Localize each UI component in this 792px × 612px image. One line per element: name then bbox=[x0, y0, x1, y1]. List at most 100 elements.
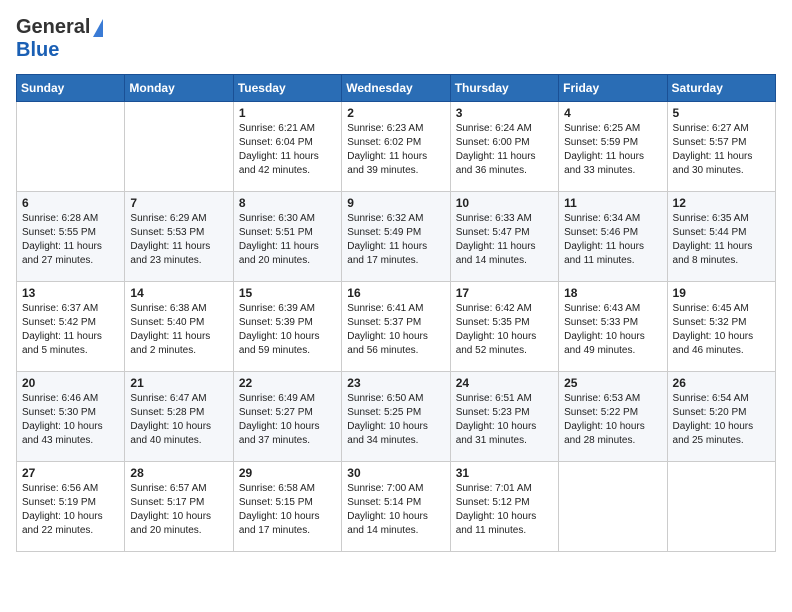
day-number: 12 bbox=[673, 196, 770, 210]
day-number: 21 bbox=[130, 376, 227, 390]
logo-arrow bbox=[93, 19, 103, 37]
day-content: Sunrise: 6:50 AM Sunset: 5:25 PM Dayligh… bbox=[347, 392, 444, 448]
day-content: Sunrise: 6:57 AM Sunset: 5:17 PM Dayligh… bbox=[130, 482, 227, 538]
page-header: General Blue bbox=[16, 16, 776, 62]
day-content: Sunrise: 6:25 AM Sunset: 5:59 PM Dayligh… bbox=[564, 122, 661, 178]
calendar-cell: 1 Sunrise: 6:21 AM Sunset: 6:04 PM Daylig… bbox=[233, 102, 341, 192]
calendar-cell: 2 Sunrise: 6:23 AM Sunset: 6:02 PM Daylig… bbox=[342, 102, 450, 192]
logo: General Blue bbox=[16, 16, 103, 62]
day-number: 23 bbox=[347, 376, 444, 390]
day-header-thursday: Thursday bbox=[450, 75, 558, 102]
calendar-cell: 13 Sunrise: 6:37 AM Sunset: 5:42 PM Dayli… bbox=[17, 282, 125, 372]
day-content: Sunrise: 6:46 AM Sunset: 5:30 PM Dayligh… bbox=[22, 392, 119, 448]
day-content: Sunrise: 6:24 AM Sunset: 6:00 PM Dayligh… bbox=[456, 122, 553, 178]
calendar-cell: 24 Sunrise: 6:51 AM Sunset: 5:23 PM Dayli… bbox=[450, 372, 558, 462]
calendar-week-4: 20 Sunrise: 6:46 AM Sunset: 5:30 PM Dayli… bbox=[17, 372, 776, 462]
calendar-cell: 12 Sunrise: 6:35 AM Sunset: 5:44 PM Dayli… bbox=[667, 192, 775, 282]
calendar-cell: 30Sunrise: 7:00 AM Sunset: 5:14 PM Dayli… bbox=[342, 462, 450, 552]
calendar-week-5: 27 Sunrise: 6:56 AM Sunset: 5:19 PM Dayli… bbox=[17, 462, 776, 552]
day-number: 17 bbox=[456, 286, 553, 300]
calendar-cell: 3 Sunrise: 6:24 AM Sunset: 6:00 PM Daylig… bbox=[450, 102, 558, 192]
day-number: 25 bbox=[564, 376, 661, 390]
calendar-cell: 16 Sunrise: 6:41 AM Sunset: 5:37 PM Dayli… bbox=[342, 282, 450, 372]
day-number: 22 bbox=[239, 376, 336, 390]
day-content: Sunrise: 6:37 AM Sunset: 5:42 PM Dayligh… bbox=[22, 302, 119, 358]
calendar-cell: 22 Sunrise: 6:49 AM Sunset: 5:27 PM Dayli… bbox=[233, 372, 341, 462]
calendar-cell: 25 Sunrise: 6:53 AM Sunset: 5:22 PM Dayli… bbox=[559, 372, 667, 462]
calendar-cell: 27 Sunrise: 6:56 AM Sunset: 5:19 PM Dayli… bbox=[17, 462, 125, 552]
logo-text-blue: Blue bbox=[16, 39, 59, 61]
day-number: 24 bbox=[456, 376, 553, 390]
calendar-cell: 7 Sunrise: 6:29 AM Sunset: 5:53 PM Daylig… bbox=[125, 192, 233, 282]
calendar-cell: 8Sunrise: 6:30 AM Sunset: 5:51 PM Daylig… bbox=[233, 192, 341, 282]
calendar-cell: 10 Sunrise: 6:33 AM Sunset: 5:47 PM Dayli… bbox=[450, 192, 558, 282]
day-number: 20 bbox=[22, 376, 119, 390]
day-headers-row: SundayMondayTuesdayWednesdayThursdayFrid… bbox=[17, 75, 776, 102]
day-header-friday: Friday bbox=[559, 75, 667, 102]
day-content: Sunrise: 6:32 AM Sunset: 5:49 PM Dayligh… bbox=[347, 212, 444, 268]
calendar-cell bbox=[667, 462, 775, 552]
day-number: 13 bbox=[22, 286, 119, 300]
day-content: Sunrise: 6:41 AM Sunset: 5:37 PM Dayligh… bbox=[347, 302, 444, 358]
day-header-sunday: Sunday bbox=[17, 75, 125, 102]
calendar-cell: 18Sunrise: 6:43 AM Sunset: 5:33 PM Dayli… bbox=[559, 282, 667, 372]
calendar-cell: 28 Sunrise: 6:57 AM Sunset: 5:17 PM Dayli… bbox=[125, 462, 233, 552]
day-content: Sunrise: 6:49 AM Sunset: 5:27 PM Dayligh… bbox=[239, 392, 336, 448]
day-content: Sunrise: 6:54 AM Sunset: 5:20 PM Dayligh… bbox=[673, 392, 770, 448]
day-number: 10 bbox=[456, 196, 553, 210]
day-number: 28 bbox=[130, 466, 227, 480]
calendar-cell: 4 Sunrise: 6:25 AM Sunset: 5:59 PM Daylig… bbox=[559, 102, 667, 192]
logo-text-general: General bbox=[16, 16, 90, 39]
day-number: 2 bbox=[347, 106, 444, 120]
calendar-cell bbox=[125, 102, 233, 192]
calendar-week-2: 6 Sunrise: 6:28 AM Sunset: 5:55 PM Daylig… bbox=[17, 192, 776, 282]
day-content: Sunrise: 6:27 AM Sunset: 5:57 PM Dayligh… bbox=[673, 122, 770, 178]
day-content: Sunrise: 6:30 AM Sunset: 5:51 PM Dayligh… bbox=[239, 212, 336, 268]
day-content: Sunrise: 6:28 AM Sunset: 5:55 PM Dayligh… bbox=[22, 212, 119, 268]
day-content: Sunrise: 6:29 AM Sunset: 5:53 PM Dayligh… bbox=[130, 212, 227, 268]
day-number: 14 bbox=[130, 286, 227, 300]
day-number: 1 bbox=[239, 106, 336, 120]
calendar-cell: 31Sunrise: 7:01 AM Sunset: 5:12 PM Dayli… bbox=[450, 462, 558, 552]
day-content: Sunrise: 6:38 AM Sunset: 5:40 PM Dayligh… bbox=[130, 302, 227, 358]
calendar-week-1: 1 Sunrise: 6:21 AM Sunset: 6:04 PM Daylig… bbox=[17, 102, 776, 192]
day-content: Sunrise: 6:58 AM Sunset: 5:15 PM Dayligh… bbox=[239, 482, 336, 538]
day-header-tuesday: Tuesday bbox=[233, 75, 341, 102]
day-content: Sunrise: 6:39 AM Sunset: 5:39 PM Dayligh… bbox=[239, 302, 336, 358]
day-content: Sunrise: 6:21 AM Sunset: 6:04 PM Dayligh… bbox=[239, 122, 336, 178]
calendar-cell: 19Sunrise: 6:45 AM Sunset: 5:32 PM Dayli… bbox=[667, 282, 775, 372]
day-content: Sunrise: 6:34 AM Sunset: 5:46 PM Dayligh… bbox=[564, 212, 661, 268]
calendar-cell: 14 Sunrise: 6:38 AM Sunset: 5:40 PM Dayli… bbox=[125, 282, 233, 372]
day-content: Sunrise: 6:23 AM Sunset: 6:02 PM Dayligh… bbox=[347, 122, 444, 178]
day-number: 6 bbox=[22, 196, 119, 210]
calendar-cell: 15 Sunrise: 6:39 AM Sunset: 5:39 PM Dayli… bbox=[233, 282, 341, 372]
day-header-saturday: Saturday bbox=[667, 75, 775, 102]
calendar-cell: 11 Sunrise: 6:34 AM Sunset: 5:46 PM Dayli… bbox=[559, 192, 667, 282]
day-number: 7 bbox=[130, 196, 227, 210]
calendar-cell: 26 Sunrise: 6:54 AM Sunset: 5:20 PM Dayli… bbox=[667, 372, 775, 462]
day-number: 11 bbox=[564, 196, 661, 210]
day-number: 4 bbox=[564, 106, 661, 120]
day-number: 26 bbox=[673, 376, 770, 390]
calendar-cell: 20 Sunrise: 6:46 AM Sunset: 5:30 PM Dayli… bbox=[17, 372, 125, 462]
calendar-cell: 9 Sunrise: 6:32 AM Sunset: 5:49 PM Daylig… bbox=[342, 192, 450, 282]
day-content: Sunrise: 6:35 AM Sunset: 5:44 PM Dayligh… bbox=[673, 212, 770, 268]
day-number: 29 bbox=[239, 466, 336, 480]
day-number: 27 bbox=[22, 466, 119, 480]
day-content: Sunrise: 7:01 AM Sunset: 5:12 PM Dayligh… bbox=[456, 482, 553, 538]
day-number: 15 bbox=[239, 286, 336, 300]
day-content: Sunrise: 6:53 AM Sunset: 5:22 PM Dayligh… bbox=[564, 392, 661, 448]
calendar-cell: 21Sunrise: 6:47 AM Sunset: 5:28 PM Dayli… bbox=[125, 372, 233, 462]
day-number: 16 bbox=[347, 286, 444, 300]
day-content: Sunrise: 7:00 AM Sunset: 5:14 PM Dayligh… bbox=[347, 482, 444, 538]
calendar-week-3: 13 Sunrise: 6:37 AM Sunset: 5:42 PM Dayli… bbox=[17, 282, 776, 372]
day-header-wednesday: Wednesday bbox=[342, 75, 450, 102]
day-content: Sunrise: 6:51 AM Sunset: 5:23 PM Dayligh… bbox=[456, 392, 553, 448]
day-content: Sunrise: 6:56 AM Sunset: 5:19 PM Dayligh… bbox=[22, 482, 119, 538]
calendar-cell bbox=[17, 102, 125, 192]
day-number: 3 bbox=[456, 106, 553, 120]
day-content: Sunrise: 6:33 AM Sunset: 5:47 PM Dayligh… bbox=[456, 212, 553, 268]
day-number: 9 bbox=[347, 196, 444, 210]
day-number: 5 bbox=[673, 106, 770, 120]
day-content: Sunrise: 6:42 AM Sunset: 5:35 PM Dayligh… bbox=[456, 302, 553, 358]
